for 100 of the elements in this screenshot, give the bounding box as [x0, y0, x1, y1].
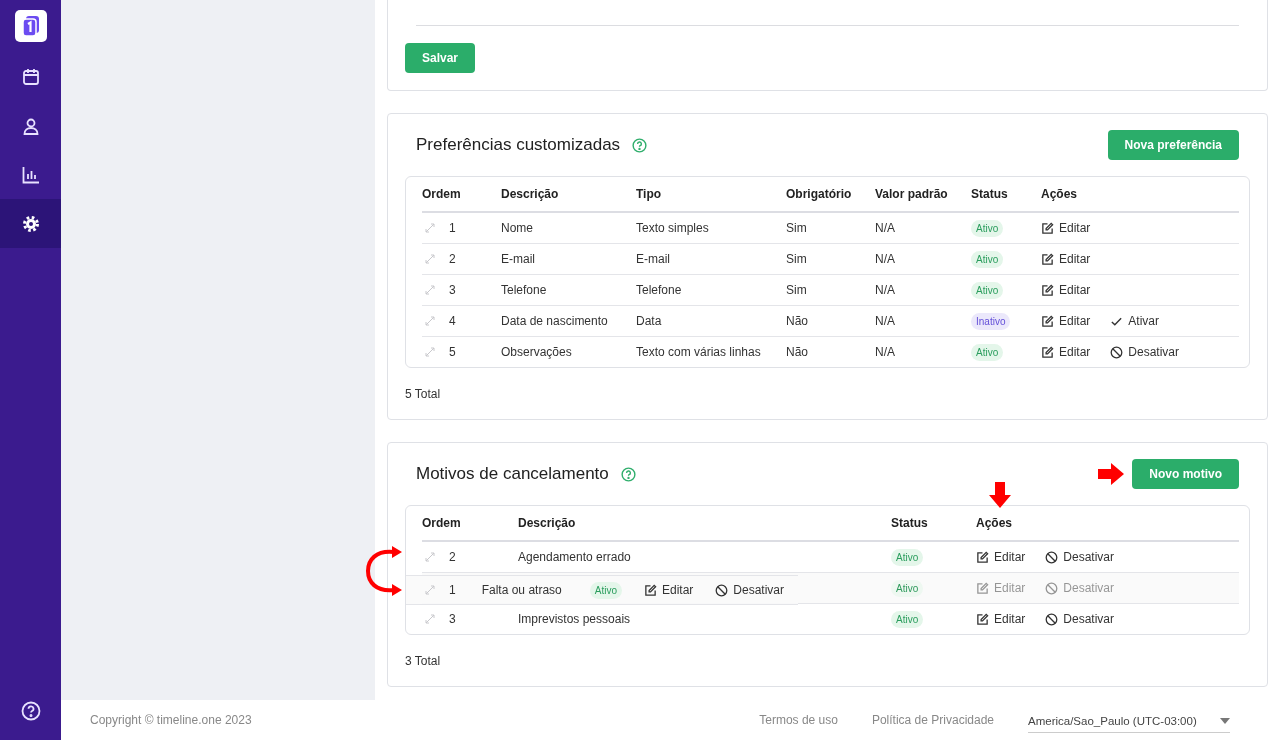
section-title: Preferências customizadas: [416, 135, 621, 155]
pencil-square-icon: [1041, 221, 1054, 235]
total-count: 3 Total: [405, 654, 441, 668]
footer-link[interactable]: Política de Privacidade: [871, 713, 994, 727]
table-cell-text: N/A: [875, 345, 896, 359]
edit-action[interactable]: Editar: [1041, 252, 1091, 266]
table-cell: 4: [449, 314, 456, 328]
curved-arrow-icon: [364, 546, 402, 596]
drag-handle-icon[interactable]: [425, 552, 435, 562]
table-cell-text: Data: [636, 314, 663, 328]
table-cell-text: N/A: [875, 252, 896, 266]
table-cell: Falta ou atraso: [481, 583, 562, 597]
pencil-square-icon: [1041, 345, 1054, 359]
deactivate-action[interactable]: Desativar: [1110, 345, 1180, 359]
pencil-square-icon: [976, 550, 989, 564]
deactivate-action[interactable]: Desativar: [715, 583, 784, 597]
settings-nav-item[interactable]: [0, 199, 61, 248]
table-cell: 1: [449, 221, 456, 235]
dragged-row[interactable]: 1 Falta ou atraso Ativo Editar Desativar: [406, 575, 798, 605]
pencil-square-icon: [976, 581, 989, 595]
settings-icon: [21, 214, 40, 233]
table-cell-text: Sim: [786, 221, 808, 235]
column-header: Ordem: [422, 516, 462, 530]
status-badge: Ativo: [891, 580, 924, 597]
status-badge: Ativo: [891, 611, 924, 628]
edit-action[interactable]: Editar: [1041, 345, 1091, 359]
column-header: Tipo: [636, 187, 663, 201]
total-count: 5 Total: [405, 387, 441, 401]
table-cell-text: E-mail: [636, 252, 671, 266]
column-header: Descrição: [501, 187, 560, 201]
table-cell: 1: [449, 583, 456, 597]
table-cell-text: Sim: [786, 252, 808, 266]
edit-action[interactable]: Editar: [1041, 221, 1091, 235]
table-cell-text: Agendamento errado: [518, 550, 632, 564]
column-header: Status: [891, 516, 929, 530]
table-cell-text: Imprevistos pessoais: [518, 612, 632, 626]
table-cell: 5: [449, 345, 456, 359]
table-cell-text: Observações: [501, 345, 573, 359]
drag-handle-icon[interactable]: [425, 285, 435, 295]
prohibited-icon: [1045, 550, 1059, 564]
status-badge: Ativo: [971, 282, 1004, 299]
status-badge: Ativo: [589, 581, 622, 599]
prohibited-icon: [1045, 581, 1059, 595]
table-cell-text: Telefone: [501, 283, 548, 297]
drag-handle-icon[interactable]: [425, 223, 435, 233]
deactivate-action[interactable]: Desativar: [1045, 550, 1115, 564]
table-cell-text: Texto com várias linhas: [636, 345, 762, 359]
pencil-square-icon: [1041, 314, 1054, 328]
table-cell-text: Texto simples: [636, 221, 710, 235]
pencil-square-icon: [1041, 252, 1054, 266]
drag-handle-icon[interactable]: [425, 254, 435, 264]
pencil-square-icon: [643, 583, 657, 597]
table-cell-text: Data de nascimento: [501, 314, 609, 328]
status-badge: Ativo: [891, 549, 924, 566]
table-cell-text: N/A: [875, 221, 896, 235]
prohibited-icon: [1045, 612, 1059, 626]
table-cell-text: E-mail: [501, 252, 536, 266]
pencil-square-icon: [976, 612, 989, 626]
status-badge: Ativo: [971, 344, 1004, 361]
arrow-icon: [989, 482, 1011, 508]
edit-action[interactable]: Editar: [976, 612, 1026, 626]
arrow-icon: [1098, 463, 1125, 485]
user-icon: [21, 116, 40, 135]
column-header: Obrigatório: [786, 187, 853, 201]
edit-action[interactable]: Editar: [643, 583, 694, 597]
table-cell: 2: [449, 550, 456, 564]
activate-action[interactable]: Ativar: [1110, 314, 1160, 328]
status-badge: Inativo: [971, 313, 1011, 330]
column-header: Descrição: [518, 516, 577, 530]
timezone-select[interactable]: America/Sao_Paulo (UTC-03:00): [1028, 707, 1230, 733]
column-header: Status: [971, 187, 1009, 201]
table-cell-text: Não: [786, 314, 809, 328]
drag-handle-icon[interactable]: [425, 585, 435, 595]
column-header: Ações: [976, 516, 1014, 530]
edit-action[interactable]: Editar: [1041, 283, 1091, 297]
table-cell-text: Telefone: [636, 283, 683, 297]
table-cell: 2: [449, 252, 456, 266]
drag-handle-icon[interactable]: [425, 347, 435, 357]
table-cell-text: Nome: [501, 221, 534, 235]
column-header: Valor padrão: [875, 187, 949, 201]
status-badge: Ativo: [971, 251, 1004, 268]
pencil-square-icon: [1041, 283, 1054, 297]
table-cell-text: Sim: [786, 283, 808, 297]
edit-action[interactable]: Editar: [976, 550, 1026, 564]
logo-icon: [14, 10, 47, 42]
table-cell: 3: [449, 283, 456, 297]
section-title: Motivos de cancelamento: [416, 464, 609, 484]
table-cell: 3: [449, 612, 456, 626]
edit-action[interactable]: Editar: [1041, 314, 1091, 328]
table-cell-text: N/A: [875, 283, 896, 297]
drag-handle-icon[interactable]: [425, 316, 435, 326]
footer-link[interactable]: Termos de uso: [759, 713, 838, 727]
drag-handle-icon[interactable]: [425, 614, 435, 624]
table-cell-text: N/A: [875, 314, 896, 328]
caret-icon: [1220, 718, 1230, 724]
bar-chart-icon: [21, 165, 40, 184]
column-header: Ordem: [422, 187, 462, 201]
copyright-text: Copyright © timeline.one 2023: [90, 713, 252, 727]
deactivate-action[interactable]: Desativar: [1045, 612, 1115, 626]
prohibited-icon: [715, 583, 729, 597]
